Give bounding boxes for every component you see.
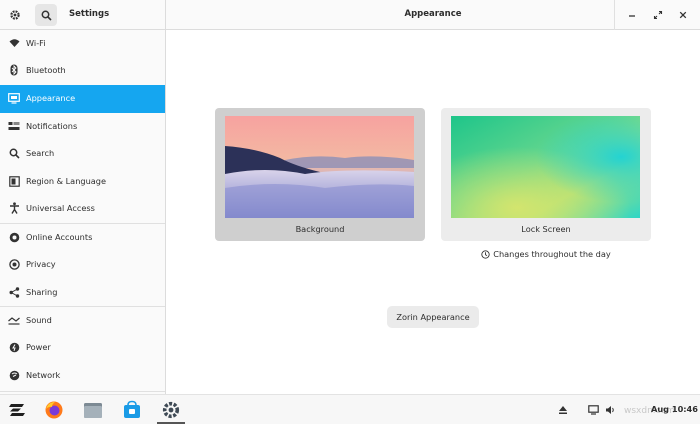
taskbar: wsxdn.com Aug 10:46 <box>0 394 700 424</box>
zorin-menu-icon <box>9 404 25 416</box>
sidebar-item-label: Sharing <box>26 287 58 297</box>
sidebar-item-label: Online Accounts <box>26 232 93 242</box>
network-icon <box>8 369 20 381</box>
eject-icon <box>559 406 567 414</box>
sidebar-item-label: Sound <box>26 315 52 325</box>
volume-icon <box>605 406 614 414</box>
sidebar-item-notifications[interactable]: Notifications <box>0 113 165 140</box>
gear-icon <box>10 10 20 20</box>
clock-icon <box>481 249 490 259</box>
sidebar-item-label: Search <box>26 148 55 158</box>
sidebar-item-sharing[interactable]: Sharing <box>0 279 165 306</box>
background-wallpaper-thumbnail <box>225 116 414 218</box>
sidebar-item-power[interactable]: Power <box>0 334 165 361</box>
files-icon <box>84 403 102 418</box>
clock[interactable]: Aug 10:46 <box>651 404 698 414</box>
sidebar-item-label: Notifications <box>26 121 78 131</box>
zorin-menu-button[interactable] <box>5 398 29 422</box>
sidebar-item-label: Appearance <box>26 93 76 103</box>
accessibility-icon <box>8 202 20 214</box>
sidebar-item-network[interactable]: Network <box>0 362 165 389</box>
display-icon <box>587 405 599 415</box>
appearance-icon <box>8 92 20 104</box>
minimize-button[interactable] <box>622 5 642 25</box>
software-store-icon <box>124 400 140 418</box>
sharing-icon <box>8 286 20 298</box>
volume-button[interactable] <box>604 404 616 416</box>
sidebar-item-label: Privacy <box>26 259 56 269</box>
sidebar-item-bluetooth[interactable]: Bluetooth <box>0 57 165 84</box>
changes-text: Changes throughout the day <box>493 249 611 259</box>
online-accounts-icon <box>8 231 20 243</box>
close-button[interactable] <box>673 5 693 25</box>
sidebar: Wi-Fi Bluetooth Appearance Notifications… <box>0 30 166 394</box>
eject-button[interactable] <box>557 404 569 416</box>
sidebar-divider <box>0 391 165 392</box>
lock-screen-wallpaper-thumbnail <box>451 116 640 218</box>
sidebar-header: Settings <box>0 0 166 30</box>
display-button[interactable] <box>587 404 599 416</box>
restore-icon <box>653 10 663 20</box>
files-button[interactable] <box>81 398 105 422</box>
search-icon <box>8 147 20 159</box>
sidebar-item-wifi[interactable]: Wi-Fi <box>0 30 165 57</box>
zorin-appearance-button[interactable]: Zorin Appearance <box>387 306 479 328</box>
sidebar-item-appearance[interactable]: Appearance <box>0 85 165 113</box>
settings-gear-button[interactable] <box>4 4 26 26</box>
search-icon <box>41 10 52 21</box>
header-divider <box>614 0 615 30</box>
settings-app-button[interactable] <box>159 398 183 422</box>
notifications-icon <box>8 120 20 132</box>
header-bar: Settings Appearance <box>0 0 700 30</box>
sidebar-item-privacy[interactable]: Privacy <box>0 251 165 278</box>
minimize-icon <box>629 15 635 17</box>
changes-throughout-day: Changes throughout the day <box>441 249 651 259</box>
app-title: Settings <box>69 9 110 19</box>
background-card[interactable]: Background <box>215 108 425 241</box>
sidebar-item-label: Bluetooth <box>26 65 66 75</box>
sidebar-item-region[interactable]: Region & Language <box>0 168 165 195</box>
sidebar-item-universal-access[interactable]: Universal Access <box>0 195 165 222</box>
power-icon <box>8 341 20 353</box>
search-button[interactable] <box>35 4 57 26</box>
restore-button[interactable] <box>648 5 668 25</box>
close-icon <box>679 11 687 19</box>
page-title: Appearance <box>404 9 462 19</box>
software-button[interactable] <box>120 398 144 422</box>
sidebar-item-label: Region & Language <box>26 176 107 186</box>
lock-screen-card[interactable]: Lock Screen <box>441 108 651 241</box>
sidebar-item-search[interactable]: Search <box>0 140 165 167</box>
firefox-button[interactable] <box>42 398 66 422</box>
sidebar-item-sound[interactable]: Sound <box>0 307 165 334</box>
appearance-panel: Background Lock Screen Changes throughou… <box>167 31 700 394</box>
sidebar-item-label: Network <box>26 370 61 380</box>
sidebar-item-label: Power <box>26 342 51 352</box>
privacy-icon <box>8 258 20 270</box>
sidebar-item-online-accounts[interactable]: Online Accounts <box>0 224 165 251</box>
background-label: Background <box>295 224 345 234</box>
region-icon <box>8 175 20 187</box>
sound-icon <box>8 314 20 326</box>
firefox-icon <box>45 401 63 419</box>
wifi-icon <box>8 37 20 49</box>
sidebar-item-label: Universal Access <box>26 203 95 213</box>
lock-screen-label: Lock Screen <box>521 224 571 234</box>
sidebar-item-label: Wi-Fi <box>26 38 46 48</box>
settings-icon <box>162 401 180 419</box>
bluetooth-icon <box>8 64 20 76</box>
